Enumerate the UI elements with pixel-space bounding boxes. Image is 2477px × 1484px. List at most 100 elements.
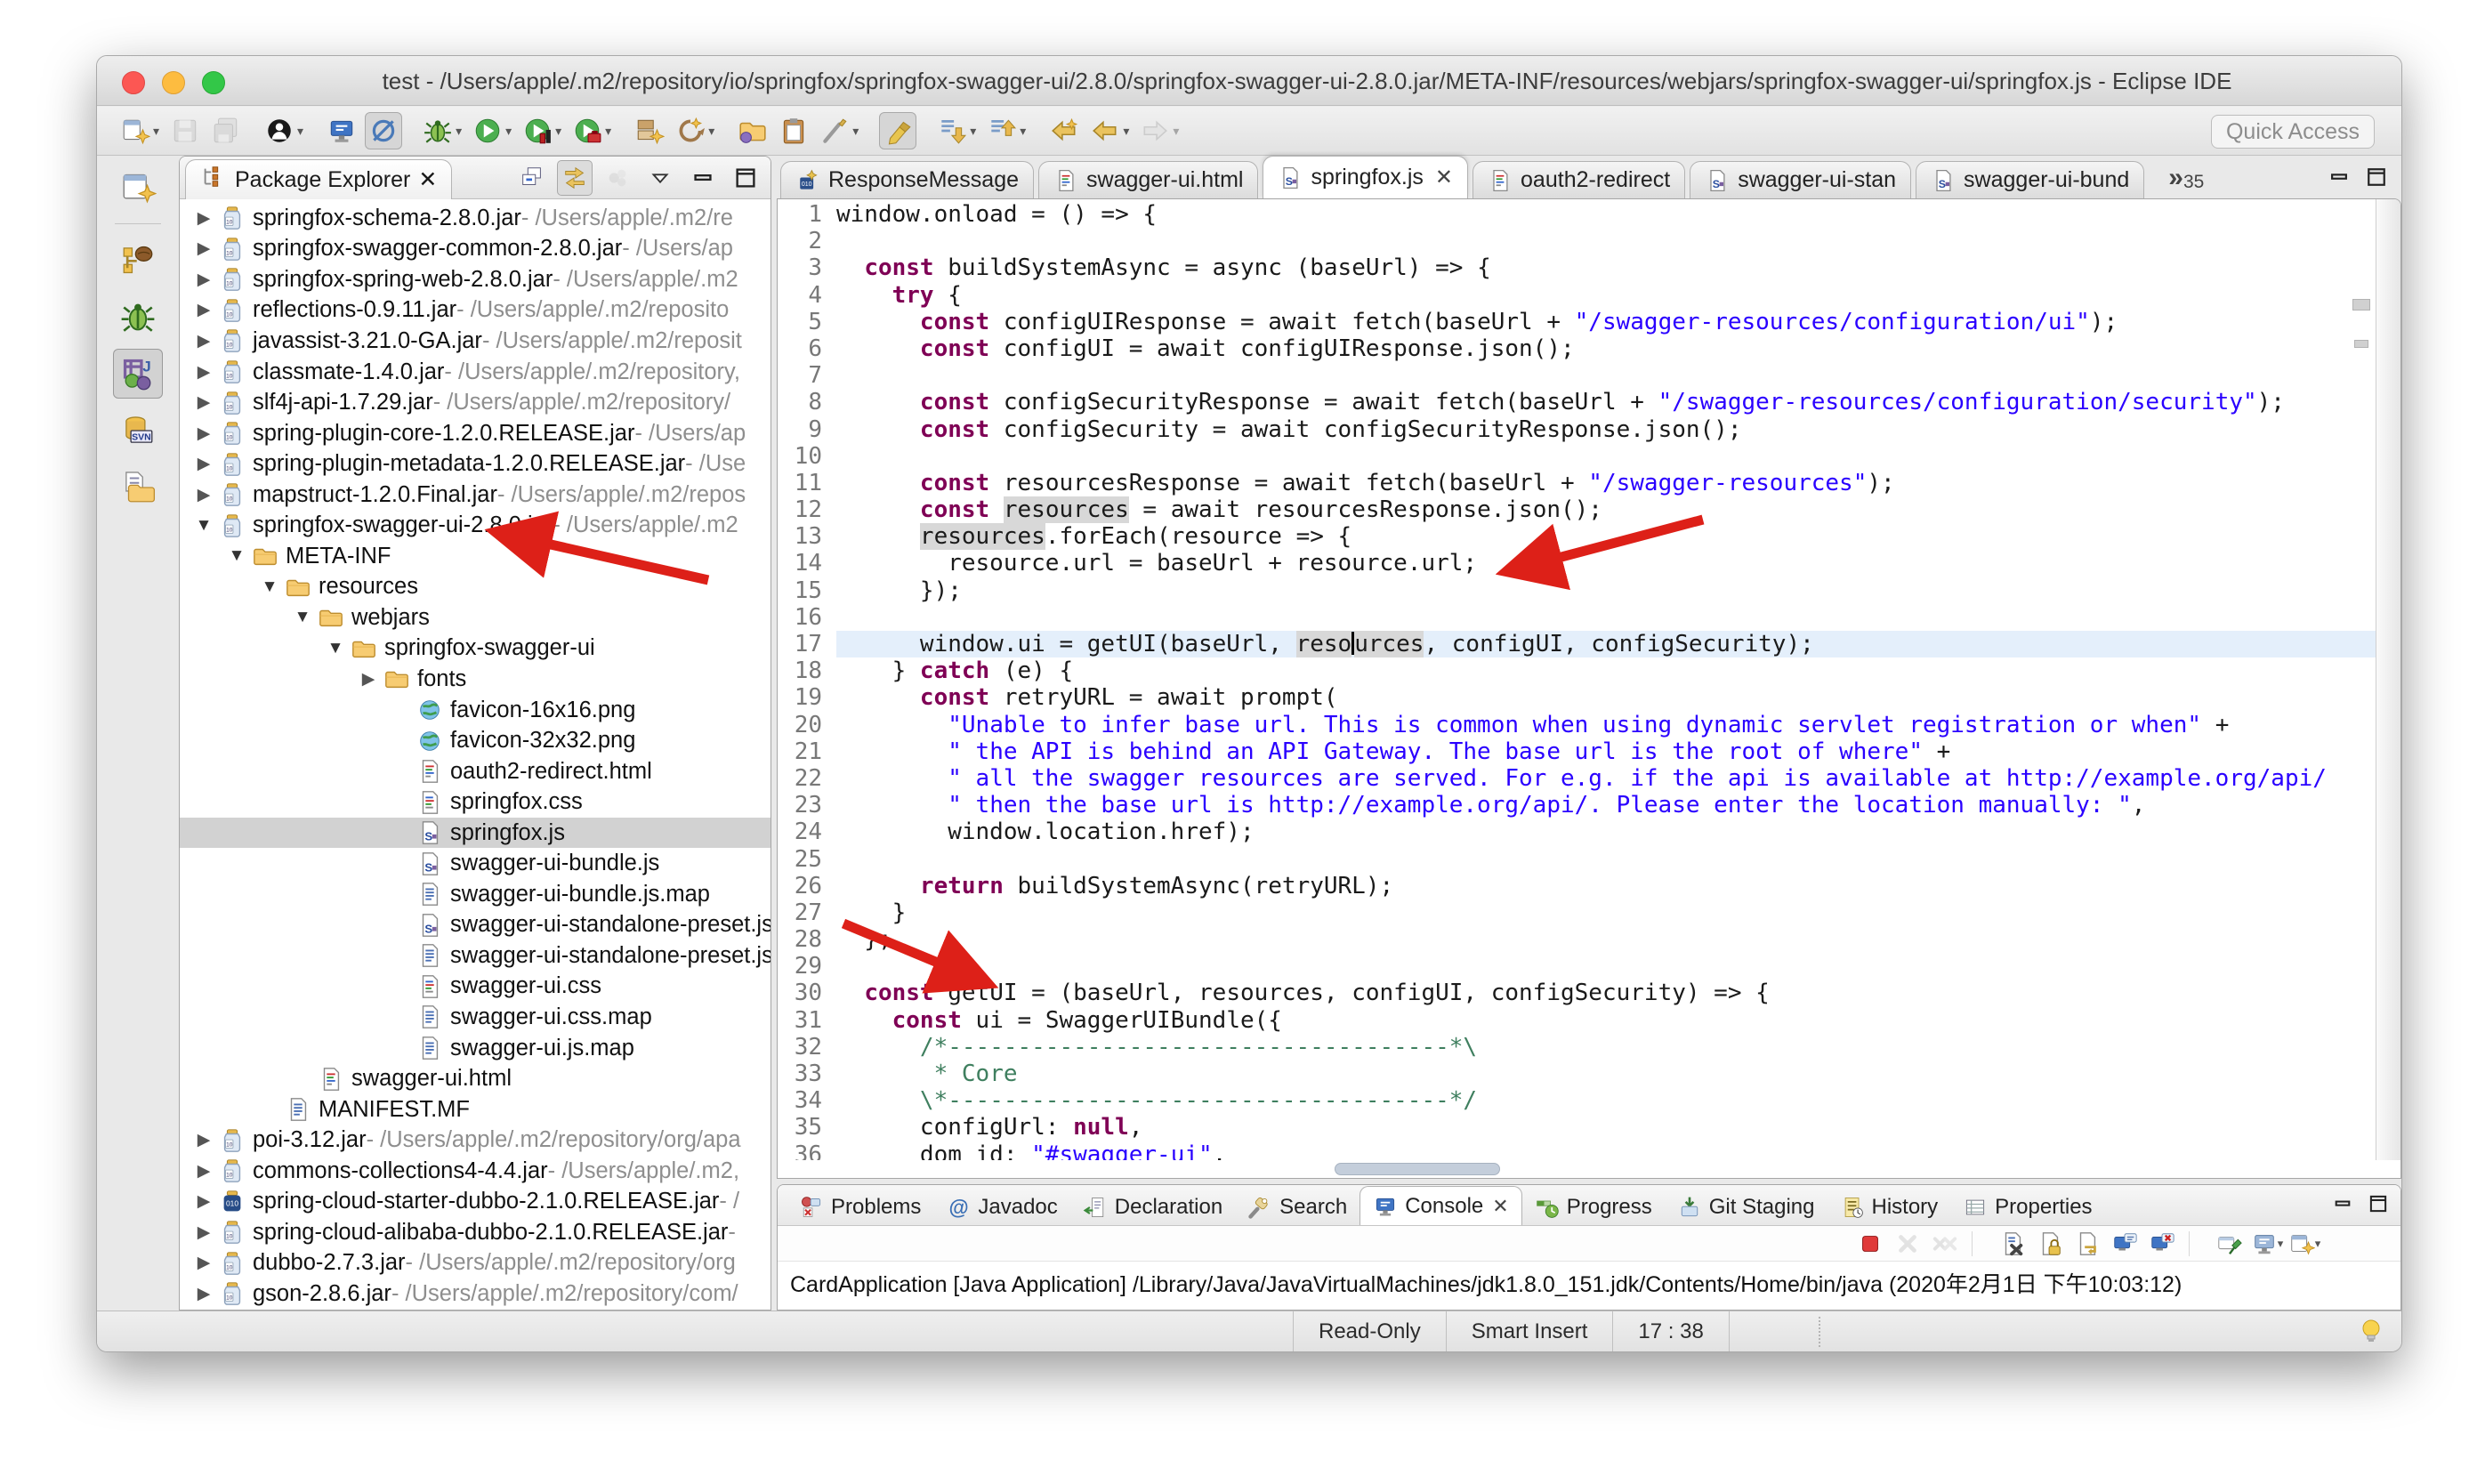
editor-tab-oauth2-redirect[interactable]: oauth2-redirect: [1472, 161, 1685, 198]
tree-item[interactable]: swagger-ui.html: [180, 1063, 771, 1094]
tree-item[interactable]: ▶10springfox-schema-2.8.0.jar - /Users/a…: [180, 203, 771, 234]
tree-item[interactable]: ▶10slf4j-api-1.7.29.jar - /Users/apple/.…: [180, 387, 771, 418]
tree-item[interactable]: ▶10spring-plugin-metadata-1.2.0.RELEASE.…: [180, 448, 771, 480]
tree-item[interactable]: ▶10gson-2.8.6.jar - /Users/apple/.m2/rep…: [180, 1278, 771, 1310]
tree-expander-icon[interactable]: ▶: [189, 1191, 219, 1212]
svn-perspective-button[interactable]: SVN: [113, 406, 163, 456]
view-tab-Problems[interactable]: Problems: [787, 1190, 933, 1225]
tree-item[interactable]: ▼webjars: [180, 602, 771, 633]
tree-item[interactable]: Sswagger-ui-bundle.js: [180, 848, 771, 879]
clear-console-button[interactable]: [1997, 1229, 2029, 1259]
tree-expander-icon[interactable]: ▶: [189, 1161, 219, 1182]
clipboard-button[interactable]: [776, 113, 811, 149]
code-line-29[interactable]: 29: [778, 953, 2376, 980]
code-line-12[interactable]: 12 const resources = await resourcesResp…: [778, 496, 2376, 523]
dropdown-arrow-icon[interactable]: ▾: [1020, 124, 1026, 139]
scroll-lock-button[interactable]: [2034, 1229, 2066, 1259]
view-tab-Javadoc[interactable]: @Javadoc: [933, 1190, 1069, 1225]
tree-expander-icon[interactable]: ▼: [222, 546, 252, 566]
code-line-4[interactable]: 4 try {: [778, 282, 2376, 309]
tree-expander-icon[interactable]: ▼: [287, 608, 318, 627]
tree-item[interactable]: favicon-32x32.png: [180, 725, 771, 756]
remove-launch-button[interactable]: [1892, 1229, 1924, 1259]
tree-item[interactable]: swagger-ui.js.map: [180, 1033, 771, 1064]
editor-tab-springfox.js[interactable]: Sspringfox.js✕: [1263, 156, 1468, 198]
code-editor[interactable]: 1window.onload = () => {23 const buildSy…: [778, 201, 2376, 1160]
pin-console-button[interactable]: [2214, 1229, 2246, 1259]
code-line-10[interactable]: 10: [778, 443, 2376, 470]
search-wand-button[interactable]: ▾: [817, 113, 861, 149]
tree-expander-icon[interactable]: ▶: [189, 1284, 219, 1304]
code-line-1[interactable]: 1window.onload = () => {: [778, 201, 2376, 228]
tree-item[interactable]: ▼resources: [180, 572, 771, 603]
display-console-button[interactable]: ▾: [2251, 1229, 2283, 1259]
run-button[interactable]: ▾: [470, 113, 514, 149]
close-tab-icon[interactable]: ✕: [1435, 165, 1453, 190]
coverage-button[interactable]: ▾: [520, 113, 564, 149]
tab-overflow-button[interactable]: »35: [2168, 163, 2204, 193]
java-browsing-perspective-button[interactable]: [113, 235, 163, 285]
debug-perspective-button[interactable]: [113, 292, 163, 342]
tree-expander-icon[interactable]: ▶: [189, 208, 219, 229]
view-tab-Properties[interactable]: Properties: [1950, 1190, 2104, 1225]
view-tab-History[interactable]: History: [1827, 1190, 1951, 1225]
tree-expander-icon[interactable]: ▶: [189, 300, 219, 320]
tree-item[interactable]: springfox.css: [180, 786, 771, 818]
collapse-all-button[interactable]: [514, 160, 550, 196]
code-line-14[interactable]: 14 resource.url = baseUrl + resource.url…: [778, 550, 2376, 577]
tree-item[interactable]: Sspringfox.js: [180, 818, 771, 849]
editor-tab-swagger-ui.html[interactable]: swagger-ui.html: [1038, 161, 1258, 198]
zoom-window-button[interactable]: [202, 71, 225, 94]
save-button[interactable]: [167, 113, 203, 149]
open-perspective-button[interactable]: [113, 163, 163, 213]
overview-ruler-mark[interactable]: [2352, 299, 2370, 311]
minimize-button[interactable]: [685, 160, 721, 196]
maximize-button[interactable]: [2367, 1192, 2390, 1220]
dropdown-arrow-icon[interactable]: ▾: [1173, 124, 1179, 139]
dropdown-arrow-icon[interactable]: ▾: [153, 124, 159, 139]
tree-item[interactable]: ▶010spring-cloud-starter-dubbo-2.1.0.REL…: [180, 1187, 771, 1218]
tree-expander-icon[interactable]: ▶: [189, 362, 219, 383]
code-line-27[interactable]: 27 }: [778, 899, 2376, 926]
tree-item[interactable]: ▶10mapstruct-1.2.0.Final.jar - /Users/ap…: [180, 480, 771, 511]
editor-tab-swagger-ui-bund[interactable]: Sswagger-ui-bund: [1916, 161, 2144, 198]
tree-item[interactable]: ▼10springfox-swagger-ui-2.8.0.jar - /Use…: [180, 510, 771, 541]
open-console-button[interactable]: ▾: [2288, 1229, 2320, 1259]
dropdown-arrow-icon[interactable]: ▾: [297, 124, 303, 139]
quick-access-button[interactable]: Quick Access: [2211, 115, 2375, 149]
import-folder-button[interactable]: [735, 113, 771, 149]
code-line-21[interactable]: 21 " the API is behind an API Gateway. T…: [778, 738, 2376, 765]
code-line-25[interactable]: 25: [778, 846, 2376, 873]
tree-item[interactable]: ▶10classmate-1.4.0.jar - /Users/apple/.m…: [180, 357, 771, 388]
dropdown-arrow-icon[interactable]: ▾: [605, 124, 611, 139]
tree-expander-icon[interactable]: ▶: [189, 485, 219, 505]
code-line-13[interactable]: 13 resources.forEach(resource => {: [778, 523, 2376, 550]
tree-item[interactable]: ▶10dubbo-2.7.3.jar - /Users/apple/.m2/re…: [180, 1248, 771, 1279]
close-tab-icon[interactable]: ✕: [1492, 1195, 1508, 1218]
close-view-icon[interactable]: ✕: [418, 166, 437, 193]
tree-item[interactable]: oauth2-redirect.html: [180, 756, 771, 787]
profile-button[interactable]: ▾: [262, 113, 306, 149]
editor-body[interactable]: 1window.onload = () => {23 const buildSy…: [777, 198, 2401, 1179]
tree-expander-icon[interactable]: ▶: [189, 1222, 219, 1243]
focus-on-active-task-button[interactable]: [600, 160, 635, 196]
code-line-22[interactable]: 22 " all the swagger resources are serve…: [778, 765, 2376, 792]
show-stderr-button[interactable]: [2146, 1229, 2178, 1259]
new-java-package-button[interactable]: [632, 113, 667, 149]
tree-item[interactable]: ▶fonts: [180, 664, 771, 695]
debug-button[interactable]: ▾: [420, 113, 464, 149]
tab-package-explorer[interactable]: Package Explorer ✕: [185, 159, 452, 199]
tree-expander-icon[interactable]: ▶: [353, 669, 383, 690]
minimize-window-button[interactable]: [162, 71, 185, 94]
view-tab-Console[interactable]: Console✕: [1360, 1186, 1522, 1225]
terminate-button[interactable]: [1854, 1229, 1886, 1259]
dropdown-arrow-icon[interactable]: ▾: [456, 124, 462, 139]
tree-item[interactable]: ▶10springfox-spring-web-2.8.0.jar - /Use…: [180, 264, 771, 295]
tree-expander-icon[interactable]: ▶: [189, 238, 219, 259]
editor-tab-swagger-ui-stan[interactable]: Sswagger-ui-stan: [1690, 161, 1911, 198]
maximize-button[interactable]: [728, 160, 763, 196]
code-line-32[interactable]: 32 /*-----------------------------------…: [778, 1034, 2376, 1061]
tree-item[interactable]: ▶10spring-cloud-alibaba-dubbo-2.1.0.RELE…: [180, 1217, 771, 1248]
code-line-8[interactable]: 8 const configSecurityResponse = await f…: [778, 389, 2376, 415]
code-line-16[interactable]: 16: [778, 604, 2376, 631]
